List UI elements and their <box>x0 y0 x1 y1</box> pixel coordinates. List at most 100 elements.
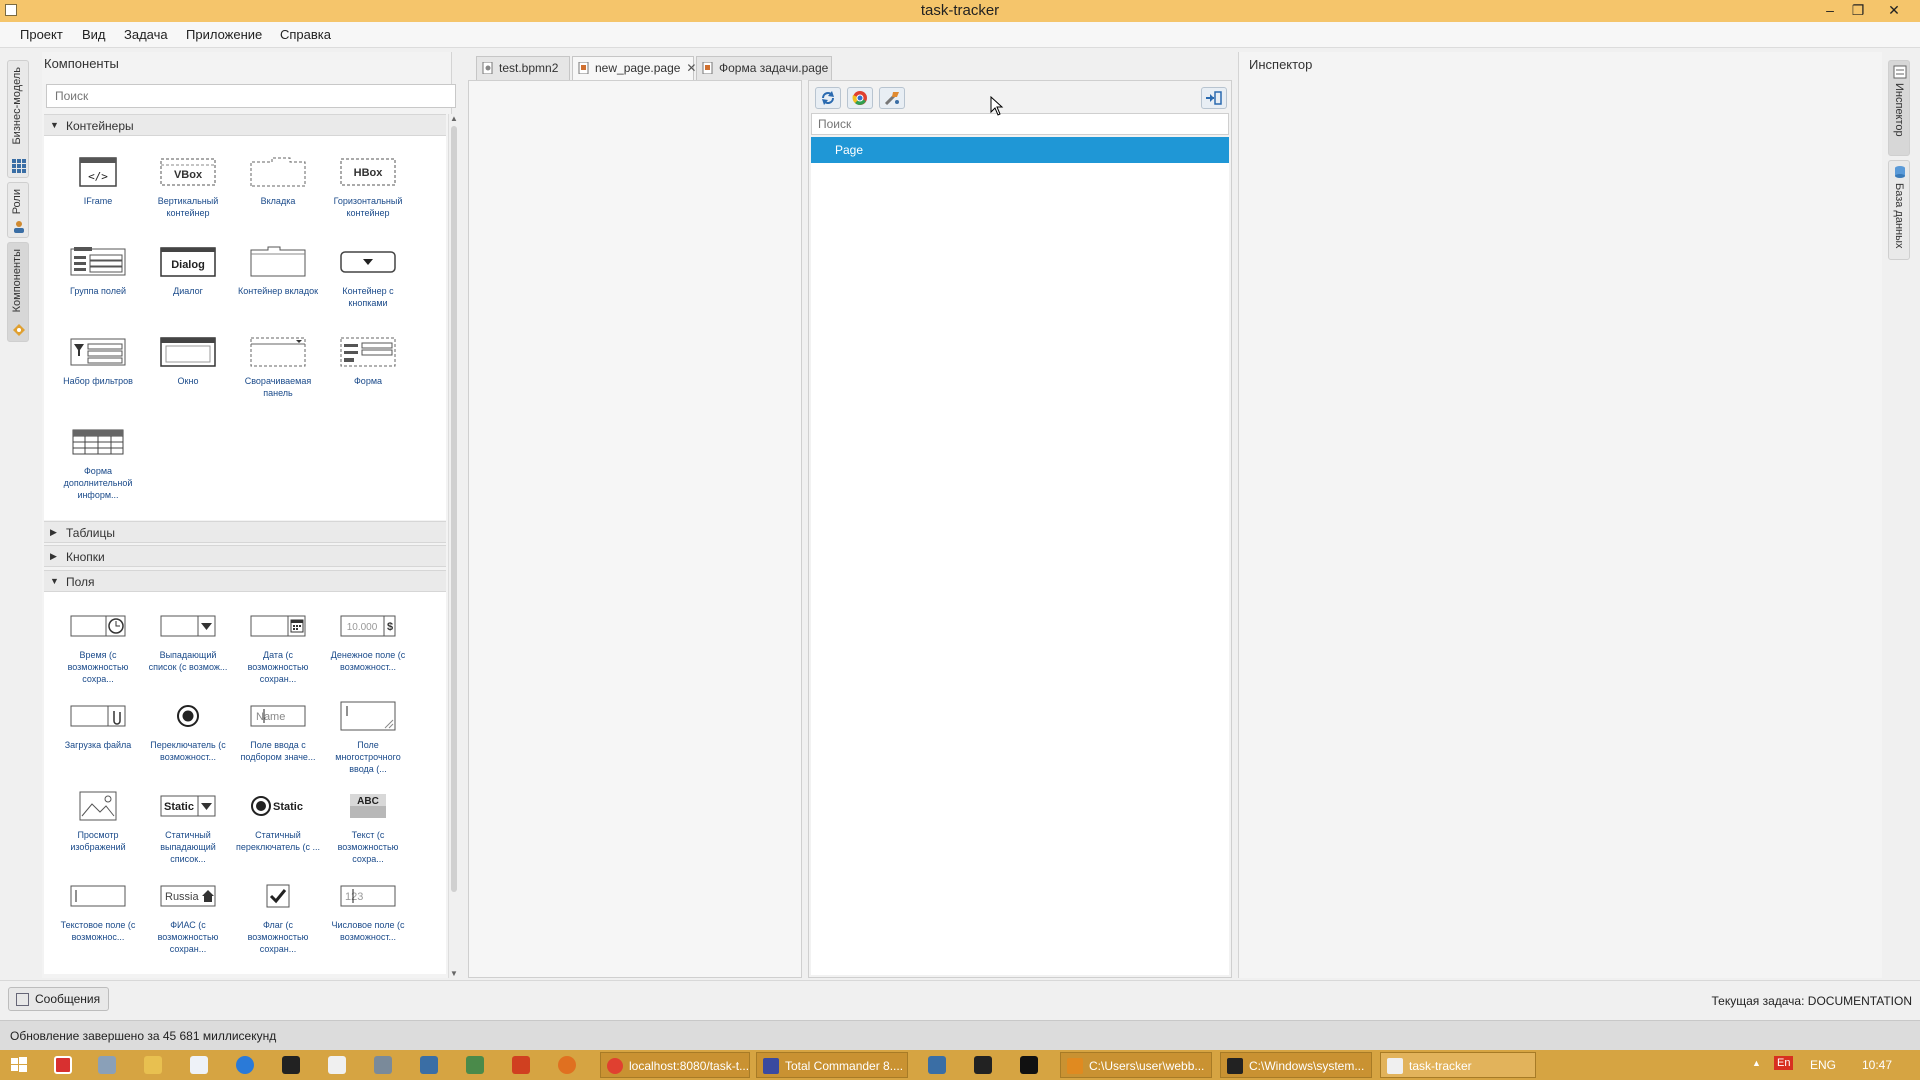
tray-expand-icon[interactable]: ▲ <box>1752 1058 1761 1068</box>
task-sublime[interactable]: C:\Users\user\webb... <box>1060 1052 1212 1078</box>
component-textarea[interactable]: Поле многострочного ввода (... <box>326 700 410 779</box>
component-fias[interactable]: Russia ФИАС (с возможностью сохран... <box>146 880 230 959</box>
component-field-group[interactable]: Группа полей <box>56 246 140 325</box>
component-time-field[interactable]: Время (с возможностью сохра... <box>56 610 140 689</box>
vtab-database[interactable]: База данных <box>1888 160 1910 260</box>
task-total-commander[interactable]: Total Commander 8.... <box>756 1052 908 1078</box>
component-image-viewer[interactable]: Просмотр изображений <box>56 790 140 869</box>
vtab-components[interactable]: Компоненты <box>7 242 29 342</box>
component-window[interactable]: Окно <box>146 336 230 415</box>
menu-project[interactable]: Проект <box>20 27 63 42</box>
component-extra-info-form[interactable]: Форма дополнительной информ... <box>56 426 140 505</box>
tab-label: Форма задачи.page <box>719 61 829 75</box>
component-date-field[interactable]: Дата (с возможностью сохран... <box>236 610 320 689</box>
tool-icon[interactable] <box>420 1056 438 1074</box>
section-fields[interactable]: ▼ Поля <box>44 570 446 592</box>
tab-test-bpmn2[interactable]: test.bpmn2 <box>476 56 570 80</box>
scroll-up-icon[interactable]: ▲ <box>450 114 458 123</box>
pinned-app-icon[interactable] <box>928 1056 946 1074</box>
section-label: Кнопки <box>66 550 105 564</box>
intellij-icon[interactable] <box>1020 1056 1038 1074</box>
component-label: Числовое поле (с возможност... <box>331 920 405 942</box>
messages-button[interactable]: Сообщения <box>8 987 110 1011</box>
component-static-dropdown[interactable]: Static Статичный выпадающий список... <box>146 790 230 869</box>
component-file-upload[interactable]: Загрузка файла <box>56 700 140 779</box>
opera-icon[interactable] <box>54 1056 72 1074</box>
cmd-icon[interactable] <box>282 1056 300 1074</box>
component-filter-set[interactable]: Набор фильтров <box>56 336 140 415</box>
menu-task[interactable]: Задача <box>124 27 168 42</box>
textarea-icon <box>340 701 396 731</box>
component-label: ФИАС (с возможностью сохран... <box>157 920 219 954</box>
ie-icon[interactable] <box>236 1056 254 1074</box>
component-form[interactable]: Форма <box>326 336 410 415</box>
component-static-radio[interactable]: Static Статичный переключатель (с ... <box>236 790 320 869</box>
task-task-tracker[interactable]: task-tracker <box>1380 1052 1536 1078</box>
tree-item-page[interactable]: Page <box>811 137 1229 163</box>
scrollbar-thumb[interactable] <box>451 126 457 892</box>
scroll-down-icon[interactable]: ▼ <box>450 969 458 978</box>
section-tables[interactable]: ▶ Таблицы <box>44 521 446 543</box>
component-label: Текстовое поле (с возможнос... <box>60 920 136 942</box>
tab-new-page[interactable]: new_page.page ✕ <box>572 56 696 80</box>
task-cmd[interactable]: C:\Windows\system... <box>1220 1052 1372 1078</box>
app-icon-green[interactable] <box>466 1056 484 1074</box>
section-buttons[interactable]: ▶ Кнопки <box>44 545 446 567</box>
component-dropdown[interactable]: Выпадающий список (с возмож... <box>146 610 230 689</box>
component-hbox[interactable]: HBox Горизонтальный контейнер <box>326 156 410 235</box>
xmind-icon[interactable] <box>512 1056 530 1074</box>
clock[interactable]: 10:47 <box>1862 1058 1892 1072</box>
components-search-input[interactable] <box>46 84 456 108</box>
component-tab[interactable]: Вкладка <box>236 156 320 235</box>
component-autocomplete[interactable]: Name Поле ввода с подбором значе... <box>236 700 320 779</box>
component-vbox[interactable]: VBox Вертикальный контейнер <box>146 156 230 235</box>
windows-start-icon[interactable] <box>10 1056 28 1074</box>
task-chrome[interactable]: localhost:8080/task-t... <box>600 1052 750 1078</box>
time-field-icon <box>70 615 126 637</box>
menu-application[interactable]: Приложение <box>186 27 262 42</box>
firefox-icon[interactable] <box>558 1056 576 1074</box>
component-collapsible-panel[interactable]: Сворачиваемая панель <box>236 336 320 415</box>
chevron-right-icon: ▶ <box>50 551 57 561</box>
datagrip-icon[interactable] <box>974 1056 992 1074</box>
menu-view[interactable]: Вид <box>82 27 106 42</box>
component-money-field[interactable]: 10.000 $ Денежное поле (с возможност... <box>326 610 410 689</box>
svg-text:HBox: HBox <box>354 167 384 179</box>
tab-task-form[interactable]: Форма задачи.page <box>696 56 832 80</box>
component-button-container[interactable]: Контейнер с кнопками <box>326 246 410 325</box>
component-label: Загрузка файла <box>64 740 132 750</box>
vtab-label: Бизнес-модель <box>11 67 23 145</box>
component-radio[interactable]: Переключатель (с возможност... <box>146 700 230 779</box>
restore-icon[interactable]: ❐ <box>1844 0 1872 22</box>
explorer-icon[interactable] <box>144 1056 162 1074</box>
language-indicator[interactable]: ENG <box>1810 1058 1836 1072</box>
vtab-label: Инспектор <box>1893 83 1905 137</box>
component-number-field[interactable]: 123 Числовое поле (с возможност... <box>326 880 410 959</box>
component-iframe[interactable]: </> IFrame <box>56 156 140 235</box>
structure-search-input[interactable] <box>811 113 1229 135</box>
component-dialog[interactable]: Dialog Диалог <box>146 246 230 325</box>
component-checkbox[interactable]: Флаг (с возможностью сохран... <box>236 880 320 959</box>
close-tab-icon[interactable]: ✕ <box>686 61 696 75</box>
notes-icon[interactable] <box>328 1056 346 1074</box>
vtab-roles[interactable]: Роли <box>7 182 29 238</box>
page-canvas[interactable] <box>468 80 802 978</box>
lang-badge[interactable]: En <box>1774 1056 1794 1070</box>
preview-browser-button[interactable] <box>847 87 873 109</box>
build-button[interactable] <box>879 87 905 109</box>
refresh-button[interactable] <box>815 87 841 109</box>
section-containers[interactable]: ▼ Контейнеры <box>44 114 446 136</box>
image-app-icon[interactable] <box>98 1056 116 1074</box>
notepad-icon[interactable] <box>190 1056 208 1074</box>
network-icon[interactable] <box>374 1056 392 1074</box>
components-scrollbar[interactable]: ▲ ▼ <box>448 114 458 978</box>
component-tab-container[interactable]: Контейнер вкладок <box>236 246 320 325</box>
component-text[interactable]: ABC Текст (с возможностью сохра... <box>326 790 410 869</box>
component-text-field[interactable]: Текстовое поле (с возможнос... <box>56 880 140 959</box>
minimize-icon[interactable]: – <box>1816 0 1844 22</box>
exit-button[interactable] <box>1201 87 1227 109</box>
close-icon[interactable]: ✕ <box>1880 0 1908 22</box>
vtab-business-model[interactable]: Бизнес-модель <box>7 60 29 178</box>
menu-help[interactable]: Справка <box>280 27 331 42</box>
vtab-inspector[interactable]: Инспектор <box>1888 60 1910 156</box>
